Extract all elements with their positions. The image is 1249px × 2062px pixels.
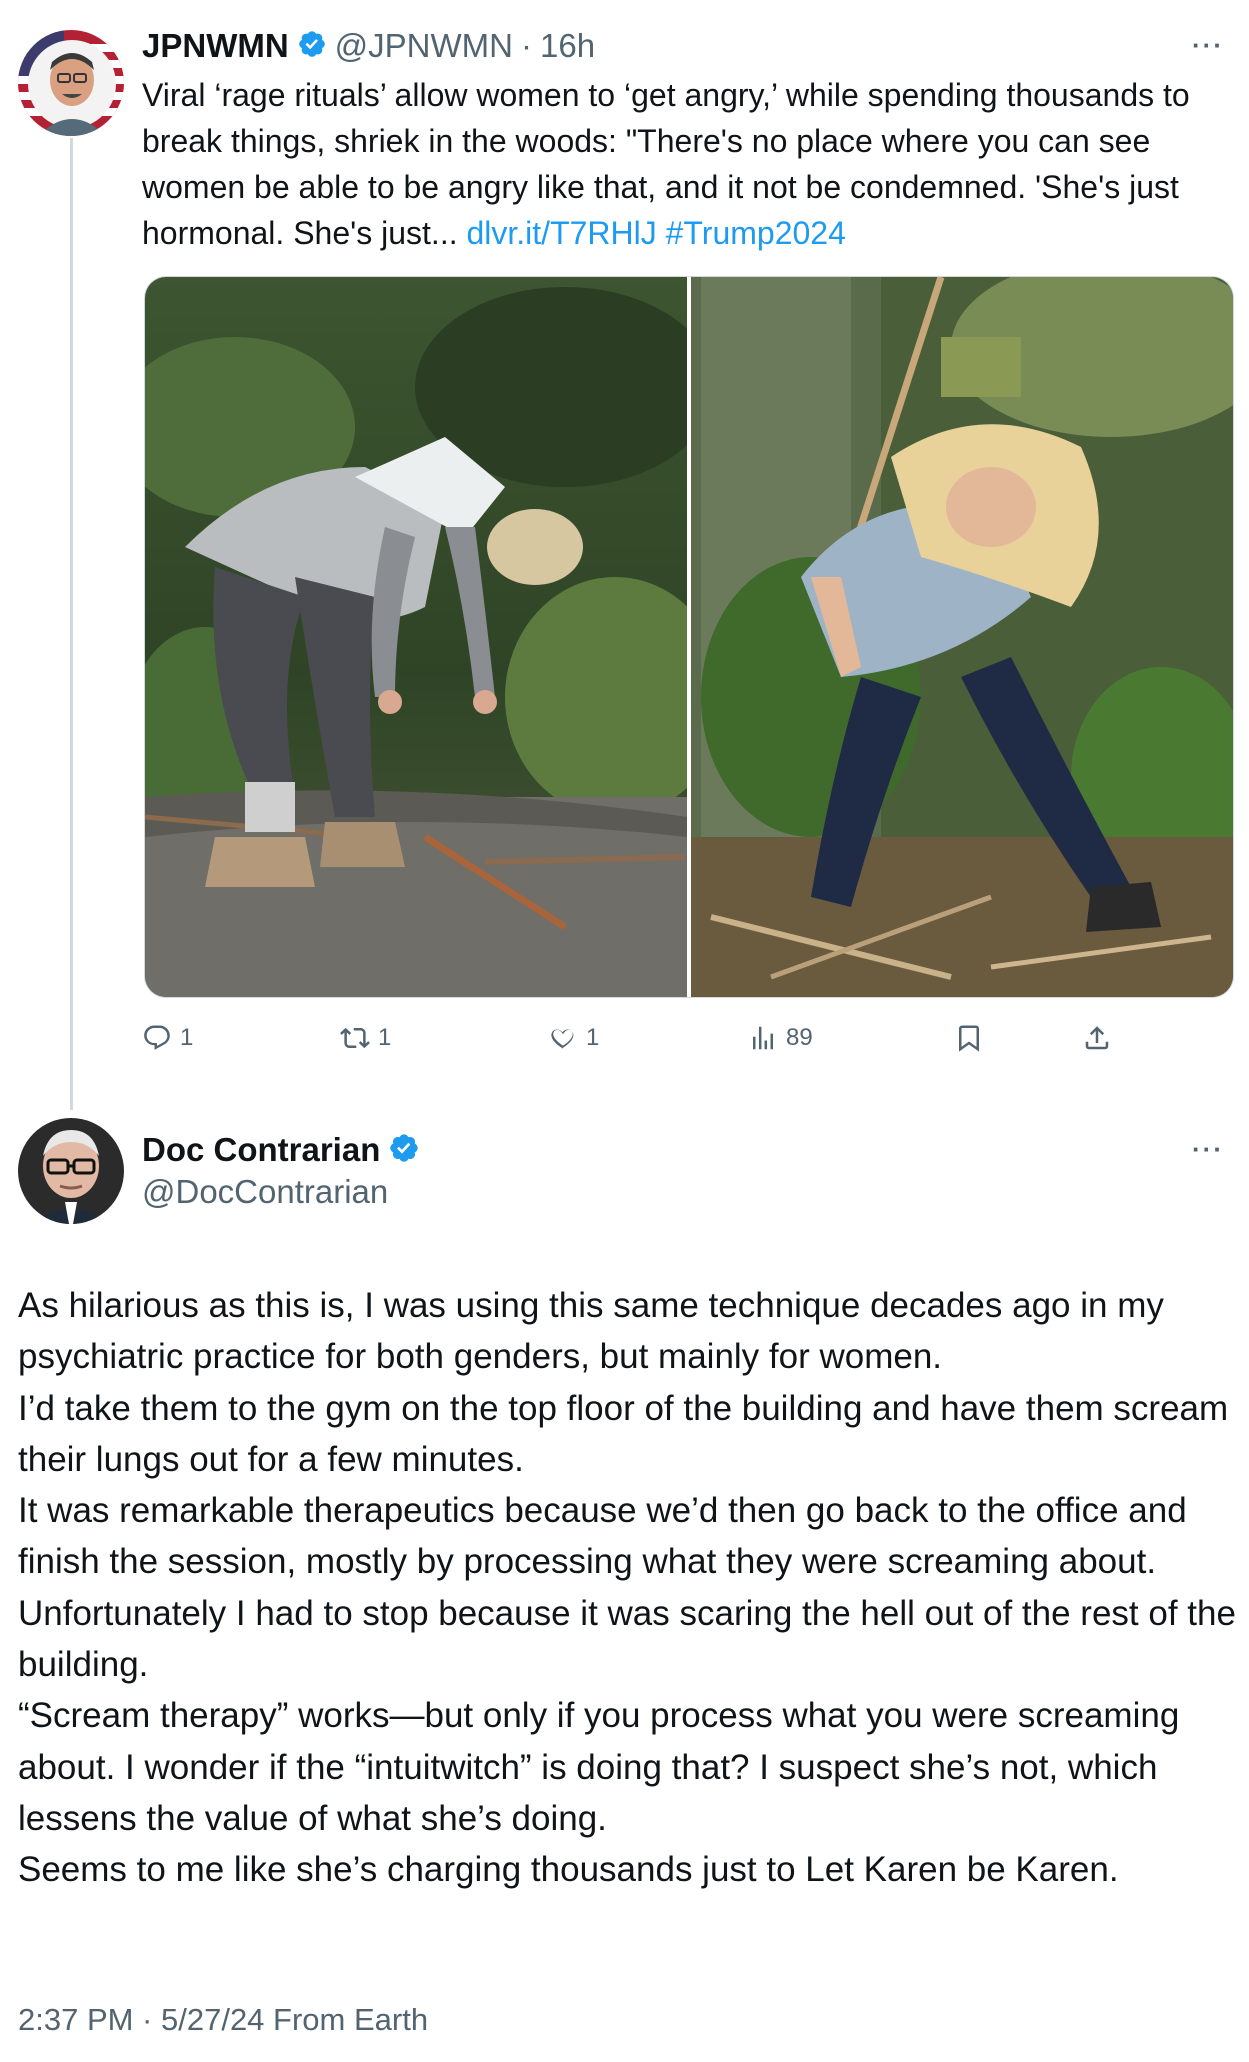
share-action[interactable] (1082, 1023, 1112, 1053)
verified-badge-icon (297, 29, 327, 64)
author-name[interactable]: JPNWMN (142, 26, 289, 66)
reply-paragraph: Seems to me like she’s charging thousand… (18, 1850, 1119, 1890)
views-action[interactable]: 89 (748, 1023, 813, 1053)
bookmark-icon (959, 1025, 979, 1052)
thread-connector-line (70, 138, 73, 1110)
reply-paragraph: Unfortunately I had to stop because it w… (18, 1593, 1236, 1685)
timestamp[interactable]: 16h (540, 26, 595, 66)
views-chart-icon (753, 1026, 773, 1050)
like-action[interactable]: 1 (548, 1023, 599, 1053)
repost-icon (340, 1027, 370, 1049)
separator-dot: · (520, 27, 532, 64)
reply-header: Doc Contrarian (142, 1130, 420, 1170)
verified-badge-icon (388, 1132, 420, 1169)
reply-timestamp-footer[interactable]: 2:37 PM · 5/27/24 From Earth (18, 2000, 428, 2040)
reply-count: 1 (180, 1024, 194, 1051)
author-handle[interactable]: @JPNWMN (335, 26, 513, 66)
reply-paragraph: I’d take them to the gym on the top floo… (18, 1388, 1229, 1479)
tweet-link[interactable]: dlvr.it/T7RHlJ (466, 215, 656, 251)
share-icon (1085, 1026, 1109, 1050)
reply-icon (144, 1025, 170, 1050)
reply-author-handle[interactable]: @DocContrarian (142, 1172, 388, 1212)
heart-icon (551, 1029, 574, 1049)
tweet-text: Viral ‘rage rituals’ allow women to ‘get… (142, 72, 1242, 256)
reply-paragraph: “Scream therapy” works—but only if you p… (18, 1696, 1180, 1838)
repost-action[interactable]: 1 (340, 1023, 391, 1053)
hashtag-link[interactable]: #Trump2024 (666, 215, 846, 251)
bookmark-action[interactable] (954, 1023, 984, 1053)
media-grid (144, 276, 1234, 998)
media-image-right[interactable] (691, 277, 1233, 997)
repost-count: 1 (378, 1024, 392, 1051)
media-image-left[interactable] (145, 277, 687, 997)
reply-paragraph: As hilarious as this is, I was using thi… (18, 1286, 1164, 1377)
reply-action[interactable]: 1 (142, 1023, 193, 1053)
like-count: 1 (586, 1024, 600, 1051)
avatar-jpnwmn[interactable] (18, 30, 124, 136)
reply-body: As hilarious as this is, I was using thi… (18, 1280, 1243, 1896)
avatar-doccontrarian[interactable] (18, 1118, 124, 1224)
reply-author-name[interactable]: Doc Contrarian (142, 1130, 380, 1170)
reply-paragraph: It was remarkable therapeutics because w… (18, 1491, 1187, 1582)
tweet-header: JPNWMN @JPNWMN · 16h (142, 26, 595, 66)
views-count: 89 (786, 1024, 813, 1051)
more-horizontal-icon[interactable]: ··· (1192, 1134, 1224, 1165)
more-horizontal-icon[interactable]: ··· (1192, 30, 1224, 61)
